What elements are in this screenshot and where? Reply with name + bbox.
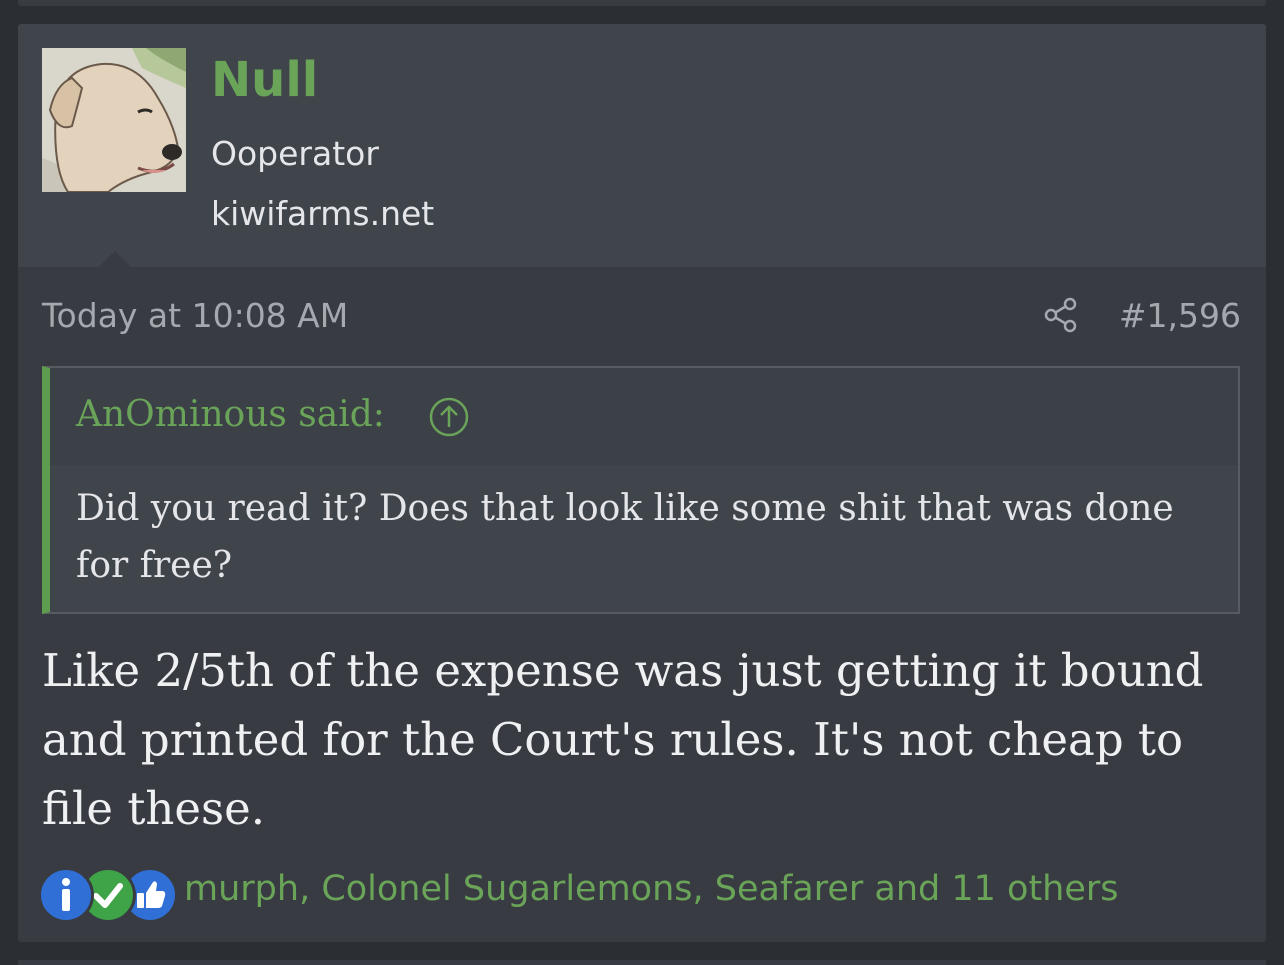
reaction-users-link[interactable]: murph, Colonel Sugarlemons, Seafarer and… — [184, 869, 1119, 909]
quote-text: Did you read it? Does that look like som… — [76, 488, 1174, 586]
share-icon[interactable] — [1042, 296, 1080, 334]
quote-header: AnOminous said: — [50, 368, 1238, 465]
post-author-name[interactable]: Null — [211, 52, 318, 110]
forum-post: Null Ooperator kiwifarms.net Today at 10… — [18, 24, 1266, 942]
dog-avatar-icon — [42, 48, 186, 192]
post-number-link[interactable]: #1,596 — [1119, 296, 1241, 335]
previous-post-edge — [18, 0, 1266, 6]
reaction-icons[interactable] — [38, 867, 188, 923]
user-avatar[interactable] — [42, 48, 186, 192]
user-block-caret — [98, 251, 132, 268]
quote-block: AnOminous said: Did you read it? Does th… — [42, 366, 1240, 614]
arrow-up-circle-icon[interactable] — [428, 396, 470, 438]
next-post-edge — [18, 960, 1266, 965]
post-timestamp[interactable]: Today at 10:08 AM — [42, 296, 348, 335]
post-user-block: Null Ooperator kiwifarms.net — [18, 24, 1266, 268]
post-body-text: Like 2/5th of the expense was just getti… — [42, 644, 1204, 835]
post-author-site: kiwifarms.net — [211, 194, 435, 233]
post-author-title: Ooperator — [211, 134, 379, 173]
info-icon[interactable] — [38, 867, 94, 923]
quote-author-link[interactable]: AnOminous said: — [76, 394, 385, 435]
